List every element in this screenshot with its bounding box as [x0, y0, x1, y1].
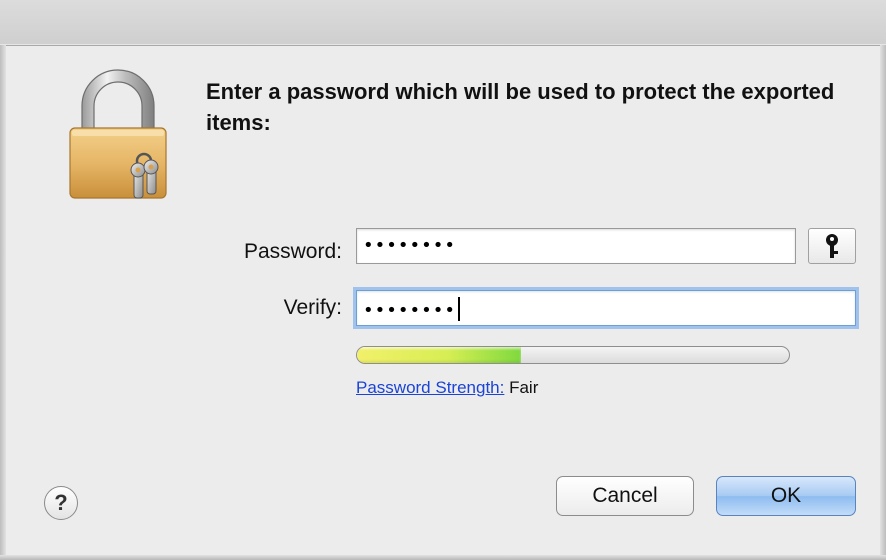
password-strength-meter [356, 346, 790, 364]
export-password-dialog: Enter a password which will be used to p… [0, 0, 886, 560]
verify-label: Verify: [283, 296, 342, 319]
password-value: •••••••• [363, 235, 456, 256]
title-bar[interactable] [0, 0, 886, 46]
verify-field[interactable]: •••••••• [356, 290, 856, 326]
help-button[interactable]: ? [44, 486, 78, 520]
verify-value: •••••••• [363, 300, 456, 321]
help-icon: ? [54, 490, 68, 515]
window-frame-right [880, 45, 886, 560]
strength-line: Password Strength: Fair [356, 378, 538, 398]
password-label: Password: [243, 240, 342, 263]
cancel-button[interactable]: Cancel [556, 476, 694, 516]
window-frame-bottom [0, 555, 886, 560]
strength-meter-fill [357, 347, 522, 363]
password-assistant-button[interactable] [808, 228, 856, 264]
password-field[interactable]: •••••••• [356, 228, 796, 264]
key-icon [826, 234, 838, 258]
lock-keys-icon [69, 69, 167, 199]
text-caret [457, 297, 460, 321]
password-strength-link[interactable]: Password Strength: [356, 378, 504, 397]
strength-value: Fair [509, 378, 539, 397]
dialog-message: Enter a password which will be used to p… [206, 79, 835, 135]
window-frame-left [0, 45, 6, 560]
ok-button[interactable]: OK [716, 476, 856, 516]
